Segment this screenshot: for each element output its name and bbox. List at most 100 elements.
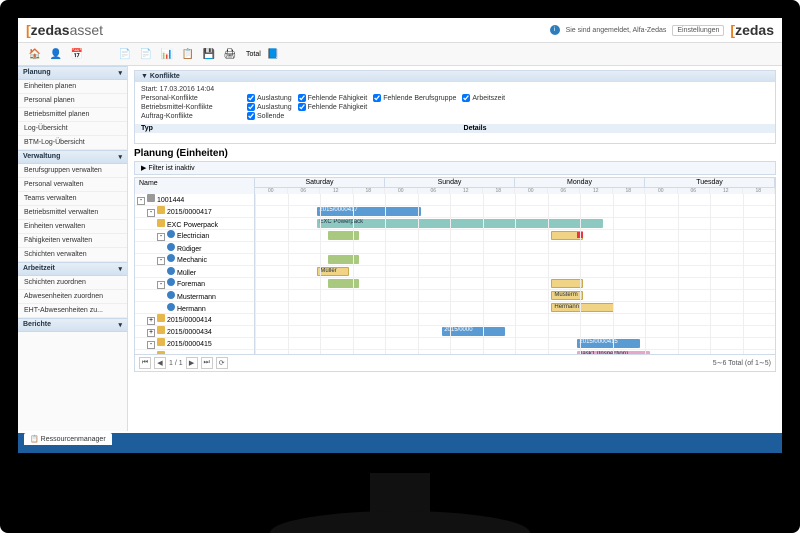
sidebar-section-3[interactable]: Berichte▾ <box>18 318 127 332</box>
tree-row[interactable]: +2015/0000434 <box>135 326 254 338</box>
sidebar-item[interactable]: Betriebsmittel verwalten <box>18 206 127 220</box>
tree-label: Rüdiger <box>177 246 202 253</box>
sidebar-item[interactable]: Abwesenheiten zuordnen <box>18 290 127 304</box>
gantt-bar[interactable]: Task1 (Inspection) <box>577 351 650 354</box>
tree-label: 2015/0000434 <box>167 329 212 336</box>
tree-row[interactable]: Hermann <box>135 302 254 314</box>
konflikte-opt[interactable]: Arbeitszeit <box>462 94 505 102</box>
konflikte-row: Personal-Konflikte Auslastung Fehlende F… <box>141 94 769 102</box>
konflikte-opt[interactable]: Sollende <box>247 112 284 120</box>
tree-row[interactable]: -2015/0000417 <box>135 206 254 218</box>
sidebar-item[interactable]: Betriebsmittel planen <box>18 108 127 122</box>
main: ▼ Konflikte Start: 17.03.2016 14:04 Pers… <box>128 66 782 431</box>
pager-last[interactable]: ⏭ <box>201 357 213 369</box>
tree-row[interactable]: -Mechanic <box>135 254 254 266</box>
konflikte-title: Konflikte <box>150 73 180 80</box>
expand-icon[interactable]: - <box>147 209 155 217</box>
tree-row[interactable]: Rüdiger <box>135 242 254 254</box>
konflikte-opt[interactable]: Fehlende Fähigkeit <box>298 103 368 111</box>
gantt-bar[interactable]: 2015/0000415 <box>577 339 639 348</box>
konflikte-start: Start: 17.03.2016 14:04 <box>141 86 769 93</box>
sidebar-section-1[interactable]: Verwaltung▾ <box>18 150 127 164</box>
doc-green-icon[interactable]: 📄 <box>137 45 155 63</box>
sidebar-item[interactable]: Teams verwalten <box>18 192 127 206</box>
book-icon[interactable]: 📘 <box>264 45 282 63</box>
tree-row[interactable]: Müller <box>135 266 254 278</box>
settings-button[interactable]: Einstellungen <box>672 25 724 36</box>
print-icon[interactable]: 🖨 <box>221 45 239 63</box>
pager-first[interactable]: ⏮ <box>139 357 151 369</box>
expand-icon[interactable]: - <box>157 233 165 241</box>
logo-left: [zedasasset <box>26 22 103 38</box>
gantt-bar[interactable]: 2015/0000 <box>442 327 504 336</box>
sidebar-item[interactable]: BTM-Log-Übersicht <box>18 136 127 150</box>
gantt-bar[interactable] <box>328 279 359 288</box>
screen: [zedasasset i Sie sind angemeldet, Alfa-… <box>18 18 782 453</box>
tree-row[interactable]: -Electrician <box>135 230 254 242</box>
info-icon[interactable]: i <box>550 25 560 35</box>
footer-tab[interactable]: 📋 Ressourcenmanager <box>24 433 112 445</box>
gantt-day: Saturday <box>255 178 385 187</box>
gantt-bar[interactable]: Musterm <box>551 291 582 300</box>
pager-next[interactable]: ▶ <box>186 357 198 369</box>
expand-icon[interactable]: - <box>137 197 145 205</box>
sidebar-item[interactable]: Personal planen <box>18 94 127 108</box>
expand-icon[interactable]: - <box>157 257 165 265</box>
sidebar-item[interactable]: EHT-Abwesenheiten zu... <box>18 304 127 318</box>
gantt-day: Tuesday <box>645 178 775 187</box>
gantt-day: Sunday <box>385 178 515 187</box>
pager-prev[interactable]: ◀ <box>154 357 166 369</box>
pager-refresh[interactable]: ⟳ <box>216 357 228 369</box>
tree-row[interactable]: Mustermann <box>135 290 254 302</box>
konflikte-opt[interactable]: Fehlende Berufsgruppe <box>373 94 456 102</box>
login-text: Sie sind angemeldet, Alfa-Zedas <box>566 27 667 34</box>
gantt-bar[interactable]: EXC Powerpack <box>317 219 603 228</box>
gantt: Name SaturdaySundayMondayTuesday 0006121… <box>134 177 776 372</box>
save-icon[interactable]: 💾 <box>200 45 218 63</box>
sidebar-item[interactable]: Einheiten verwalten <box>18 220 127 234</box>
tree-label: Task 1 (Inspection) <box>167 354 226 355</box>
sidebar-item[interactable]: Log-Übersicht <box>18 122 127 136</box>
gantt-bar[interactable]: Hermann <box>551 303 613 312</box>
sidebar-item[interactable]: Berufsgruppen verwalten <box>18 164 127 178</box>
user-icon <box>167 230 175 238</box>
gantt-bar[interactable] <box>551 279 582 288</box>
filter-bar[interactable]: ▶ Filter ist inaktiv <box>134 161 776 175</box>
tree-row[interactable]: Task 1 (Inspection) <box>135 350 254 354</box>
monitor-frame: [zedasasset i Sie sind angemeldet, Alfa-… <box>0 0 800 533</box>
gantt-bar[interactable] <box>328 255 359 264</box>
toolbar-total: Total <box>246 51 261 58</box>
copy-icon[interactable]: 📋 <box>179 45 197 63</box>
sidebar-item[interactable]: Einheiten planen <box>18 80 127 94</box>
sidebar-section-0[interactable]: Planung▾ <box>18 66 127 80</box>
expand-icon[interactable]: + <box>147 329 155 337</box>
konflikte-opt[interactable]: Auslastung <box>247 94 292 102</box>
tree-row[interactable]: -2015/0000415 <box>135 338 254 350</box>
chart-icon[interactable]: 📊 <box>158 45 176 63</box>
tree-row[interactable]: -1001444 <box>135 194 254 206</box>
sidebar-item[interactable]: Schichten zuordnen <box>18 276 127 290</box>
tree-row[interactable]: -Foreman <box>135 278 254 290</box>
sidebar-section-2[interactable]: Arbeitzeit▾ <box>18 262 127 276</box>
tree-row[interactable]: +2015/0000414 <box>135 314 254 326</box>
sidebar-item[interactable]: Personal verwalten <box>18 178 127 192</box>
task-icon <box>157 219 165 227</box>
sidebar-item[interactable]: Fähigkeiten verwalten <box>18 234 127 248</box>
task-icon <box>157 338 165 346</box>
sidebar-item[interactable]: Schichten verwalten <box>18 248 127 262</box>
home-icon[interactable]: 🏠 <box>26 45 44 63</box>
gantt-bar[interactable] <box>328 231 359 240</box>
gantt-bar[interactable]: 2015/0000417 <box>317 207 421 216</box>
workspace: Planung▾Einheiten planenPersonal planenB… <box>18 66 782 431</box>
expand-icon[interactable]: - <box>147 341 155 349</box>
expand-icon[interactable]: + <box>147 317 155 325</box>
brand-suffix: asset <box>70 22 103 38</box>
doc-icon[interactable]: 📄 <box>116 45 134 63</box>
expand-icon[interactable]: - <box>157 281 165 289</box>
user-icon[interactable]: 👤 <box>47 45 65 63</box>
tree-row[interactable]: EXC Powerpack <box>135 218 254 230</box>
calendar-icon[interactable]: 📅 <box>68 45 86 63</box>
gantt-bar[interactable]: Müller <box>317 267 348 276</box>
konflikte-opt[interactable]: Auslastung <box>247 103 292 111</box>
konflikte-opt[interactable]: Fehlende Fähigkeit <box>298 94 368 102</box>
